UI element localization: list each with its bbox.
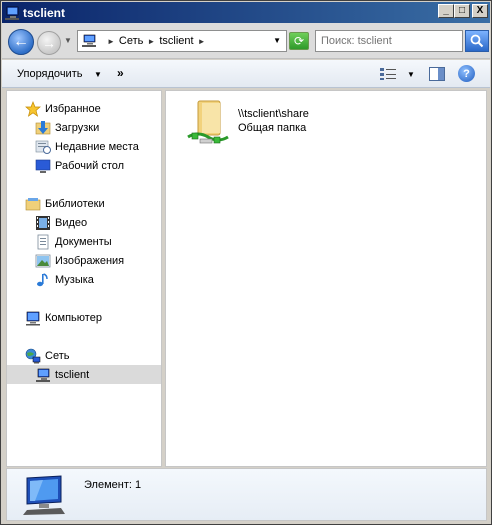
back-button[interactable]: ← [8, 29, 34, 55]
sidebar-item-favorites[interactable]: Избранное [25, 99, 101, 118]
sidebar-item-network[interactable]: Сеть [25, 346, 69, 365]
sidebar-item-label: Видео [55, 216, 88, 229]
command-bar: Упорядочить ▼ » ▼ ? [2, 60, 490, 88]
network-computer-icon [23, 475, 65, 515]
sidebar-item-label: Рабочий стол [55, 159, 125, 172]
search-box[interactable] [315, 30, 463, 52]
breadcrumb-tsclient[interactable]: tsclient [159, 35, 193, 47]
content-pane: \\tsclient\share Общая папка [165, 90, 487, 467]
recent-pages-dropdown-icon[interactable]: ▼ [64, 36, 72, 45]
recent-places-icon [35, 140, 51, 154]
help-icon[interactable]: ? [458, 65, 475, 82]
libraries-icon [25, 197, 41, 210]
sidebar-item-label: Изображения [55, 254, 125, 267]
title-bar[interactable]: tsclient _ □ X [2, 2, 490, 23]
breadcrumb-separator-icon[interactable]: ► [107, 37, 115, 46]
music-library-icon [37, 272, 48, 286]
more-commands-button[interactable]: » [117, 66, 124, 80]
sidebar-item-label: Сеть [45, 349, 70, 362]
sidebar-item-label: Компьютер [45, 311, 102, 324]
network-computer-icon [82, 34, 96, 47]
minimize-button[interactable]: _ [438, 4, 454, 18]
address-dropdown-icon[interactable]: ▼ [273, 36, 281, 45]
sidebar-item-libraries[interactable]: Библиотеки [25, 194, 105, 213]
breadcrumb-separator-icon[interactable]: ► [147, 37, 155, 46]
computer-icon [26, 311, 40, 325]
refresh-button[interactable]: ⟳ [289, 32, 309, 50]
search-input[interactable] [321, 35, 461, 47]
details-pane: Элемент: 1 [6, 468, 487, 521]
sidebar-item-pictures[interactable]: Изображения [35, 251, 124, 270]
item-name: \\tsclient\share [238, 108, 309, 120]
explorer-window: tsclient _ □ X ← → ▼ ► Сеть ► tsclient ►… [0, 0, 492, 525]
preview-pane-icon[interactable] [429, 67, 445, 81]
back-arrow-icon: ← [13, 33, 29, 50]
navigation-pane: Избранное Загрузки Недавние места Рабочи… [6, 90, 162, 467]
network-computer-icon [5, 6, 19, 20]
sidebar-item-desktop[interactable]: Рабочий стол [35, 156, 124, 175]
forward-button[interactable]: → [37, 31, 61, 55]
sidebar-item-label: tsclient [55, 368, 90, 381]
sidebar-item-video[interactable]: Видео [35, 213, 87, 232]
change-view-icon[interactable] [379, 67, 397, 81]
navigation-bar: ← → ▼ ► Сеть ► tsclient ► ▼ ⟳ [2, 23, 490, 59]
sidebar-item-label: Избранное [45, 102, 101, 115]
video-library-icon [36, 215, 50, 230]
sidebar-item-label: Загрузки [55, 121, 100, 134]
sidebar-item-music[interactable]: Музыка [35, 270, 94, 289]
pictures-library-icon [35, 254, 51, 267]
maximize-icon: □ [458, 5, 466, 16]
breadcrumb-separator-icon[interactable]: ► [198, 37, 206, 46]
sidebar-item-recent-places[interactable]: Недавние места [35, 137, 139, 156]
downloads-folder-icon [35, 120, 51, 134]
search-button[interactable] [465, 30, 489, 52]
sidebar-item-documents[interactable]: Документы [35, 232, 112, 251]
sidebar-item-tsclient[interactable]: tsclient [7, 365, 161, 384]
breadcrumb-network[interactable]: Сеть [119, 35, 143, 47]
minimize-icon: _ [443, 5, 449, 16]
maximize-button[interactable]: □ [454, 4, 470, 18]
search-icon [470, 34, 484, 48]
sidebar-item-downloads[interactable]: Загрузки [35, 118, 99, 137]
sidebar-item-label: Недавние места [55, 140, 139, 153]
sidebar-item-label: Библиотеки [45, 197, 105, 210]
close-icon: X [476, 5, 484, 16]
sidebar-item-label: Документы [55, 235, 112, 248]
item-count: Элемент: 1 [84, 479, 142, 491]
address-bar[interactable]: ► Сеть ► tsclient ► ▼ [77, 30, 287, 52]
item-type: Общая папка [238, 122, 307, 134]
shared-folder-icon [187, 100, 229, 144]
view-options-dropdown-icon[interactable]: ▼ [407, 70, 415, 79]
star-icon [25, 100, 41, 117]
forward-arrow-icon: → [42, 35, 56, 51]
shared-folder-item[interactable]: \\tsclient\share Общая папка [184, 99, 309, 147]
organize-dropdown-icon[interactable]: ▼ [94, 70, 102, 79]
documents-library-icon [37, 234, 49, 249]
sidebar-item-computer[interactable]: Компьютер [25, 308, 102, 327]
network-computer-icon [36, 368, 50, 382]
desktop-icon [35, 159, 51, 173]
sidebar-item-label: Музыка [55, 273, 94, 286]
window-title: tsclient [23, 5, 66, 20]
network-icon [25, 348, 41, 363]
close-button[interactable]: X [472, 4, 488, 18]
organize-button[interactable]: Упорядочить [17, 68, 82, 80]
refresh-icon: ⟳ [293, 34, 305, 48]
